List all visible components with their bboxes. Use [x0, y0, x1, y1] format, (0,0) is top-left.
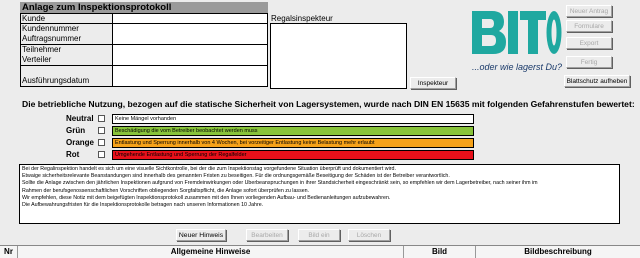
info-line: Rahmen der berufsgenossenschaftlichen Vo… [22, 187, 310, 194]
risk-label-neutral: Neutral [66, 114, 94, 123]
form-row-label: Verteiler [21, 55, 113, 65]
risk-label-rot: Rot [66, 150, 80, 159]
form-row-label: Teilnehmer [21, 45, 113, 55]
form-row-kundennummer: Kundennummer [20, 24, 268, 35]
fertig-button[interactable]: Fertig [566, 56, 612, 68]
export-button[interactable]: Export [566, 37, 612, 49]
form-row-label: Ausführungsdatum [21, 76, 113, 86]
neutral-checkbox[interactable] [98, 115, 105, 122]
rot-checkbox[interactable] [98, 151, 105, 158]
rating-heading: Die betriebliche Nutzung, bezogen auf di… [22, 99, 635, 109]
verteiler-field[interactable] [113, 55, 267, 65]
form-title: Anlage zum Inspektionsprotokoll [20, 2, 268, 13]
kundennummer-field[interactable] [113, 24, 267, 34]
gruen-checkbox[interactable] [98, 127, 105, 134]
loeschen-button[interactable]: Löschen [348, 229, 390, 241]
teilnehmer-field[interactable] [113, 45, 267, 55]
risk-bar-gruen: Beschädigung die vom Betreiber beobachte… [112, 126, 474, 136]
form-row-label: Kundennummer [21, 24, 113, 34]
risk-label-gruen: Grün [66, 126, 86, 135]
bild-ein-button[interactable]: Bild ein [298, 229, 340, 241]
form-row-verteiler: Verteiler [20, 55, 268, 66]
form-row-kunde: Kunde [20, 13, 268, 24]
blattschutz-button[interactable]: Blattschutz aufheben [564, 75, 630, 87]
inspector-box[interactable] [270, 23, 407, 89]
bearbeiten-button[interactable]: Bearbeiten [246, 229, 288, 241]
grid-header: Nr Allgemeine Hinweise Bild Bildbeschrei… [0, 245, 640, 258]
risk-bar-neutral: Keine Mängel vorhanden [112, 114, 474, 124]
orange-checkbox[interactable] [98, 139, 105, 146]
ausfuehrungsdatum-field[interactable] [113, 76, 267, 86]
risk-bar-orange: Entlastung und Sperrung innerhalb von 4 … [112, 138, 474, 148]
info-text-box: Bei der Regalinspektion handelt es sich … [19, 164, 620, 224]
formulare-button[interactable]: Formulare [566, 20, 612, 32]
form-row-label: Auftragsnummer [21, 34, 113, 44]
form-row-teilnehmer: Teilnehmer [20, 45, 268, 56]
auftragsnummer-field[interactable] [113, 34, 267, 44]
form-row-empty [20, 66, 268, 77]
form-row-ausfuehrungsdatum: Ausführungsdatum [20, 76, 268, 87]
form-row-label: Kunde [21, 14, 113, 23]
neuer-hinweis-button[interactable]: Neuer Hinweis [176, 229, 226, 241]
verteiler-extra-field[interactable] [113, 66, 267, 76]
column-header-hinweise[interactable]: Allgemeine Hinweise [18, 246, 404, 258]
column-header-nr[interactable]: Nr [0, 246, 18, 258]
info-line: Etwaige sicherheitsrelevante Beanstandun… [22, 173, 450, 180]
info-line: Die Aufbewahrungsfristen für die Inspekt… [22, 202, 264, 209]
inspector-button[interactable]: Inspekteur [410, 77, 456, 89]
kunde-field[interactable] [113, 14, 267, 23]
form-row-auftragsnummer: Auftragsnummer [20, 34, 268, 45]
neuer-antrag-button[interactable]: Neuer Antrag [566, 5, 612, 17]
info-line: Wir empfehlen, diese Notiz mit dem beige… [22, 194, 391, 201]
logo-tagline: ...oder wie lagerst Du? [472, 62, 563, 72]
form-row-label [21, 66, 113, 76]
column-header-bildbeschreibung[interactable]: Bildbeschreibung [476, 246, 640, 258]
risk-label-orange: Orange [66, 138, 95, 147]
info-line: Sollte die Anlage zwischen den jährliche… [22, 180, 538, 187]
inspector-label: Regalsinspekteur [271, 14, 333, 23]
info-line: Bei der Regalinspektion handelt es sich … [22, 166, 396, 172]
risk-bar-rot: Umgehende Entlastung und Sperrung der Re… [112, 150, 474, 160]
column-header-bild[interactable]: Bild [404, 246, 476, 258]
